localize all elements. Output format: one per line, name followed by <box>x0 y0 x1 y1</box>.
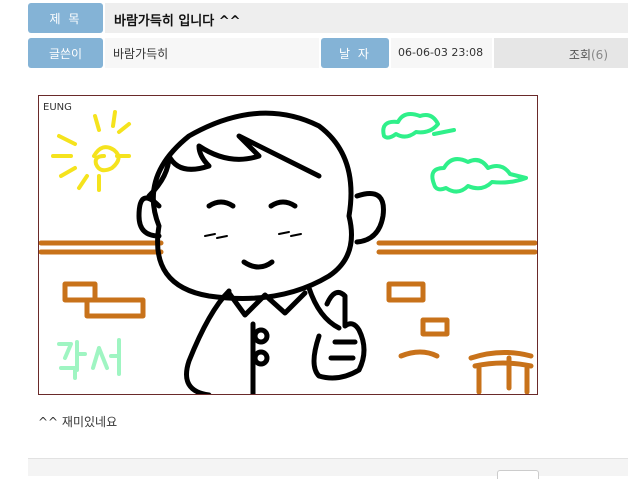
title-label: 제 목 <box>28 3 103 33</box>
writer-name[interactable]: 바람가득히 <box>113 45 168 62</box>
signature: EUNG <box>43 102 72 113</box>
view-count: 조회(6) <box>569 46 608 63</box>
post-title: 바람가득히 입니다 ^^ <box>114 14 241 29</box>
bucket-icon <box>468 350 534 395</box>
brick-wall <box>38 240 538 359</box>
sun-icon <box>51 110 131 192</box>
doodle-text: 낙서 <box>57 338 121 380</box>
views-label: 조회 <box>568 48 591 62</box>
post-body: ^^ 재미있네요 <box>38 415 118 429</box>
writer-label: 글쓴이 <box>28 38 103 68</box>
cartoon-drawing: EUNG 낙서 <box>38 102 538 398</box>
character <box>136 110 386 398</box>
cloud-icon <box>381 112 528 194</box>
attached-drawing: EUNG <box>38 95 538 398</box>
date-label: 날 자 <box>321 38 389 68</box>
views-number: (6) <box>591 48 608 62</box>
post-date: 06-06-03 23:08 <box>398 46 484 59</box>
